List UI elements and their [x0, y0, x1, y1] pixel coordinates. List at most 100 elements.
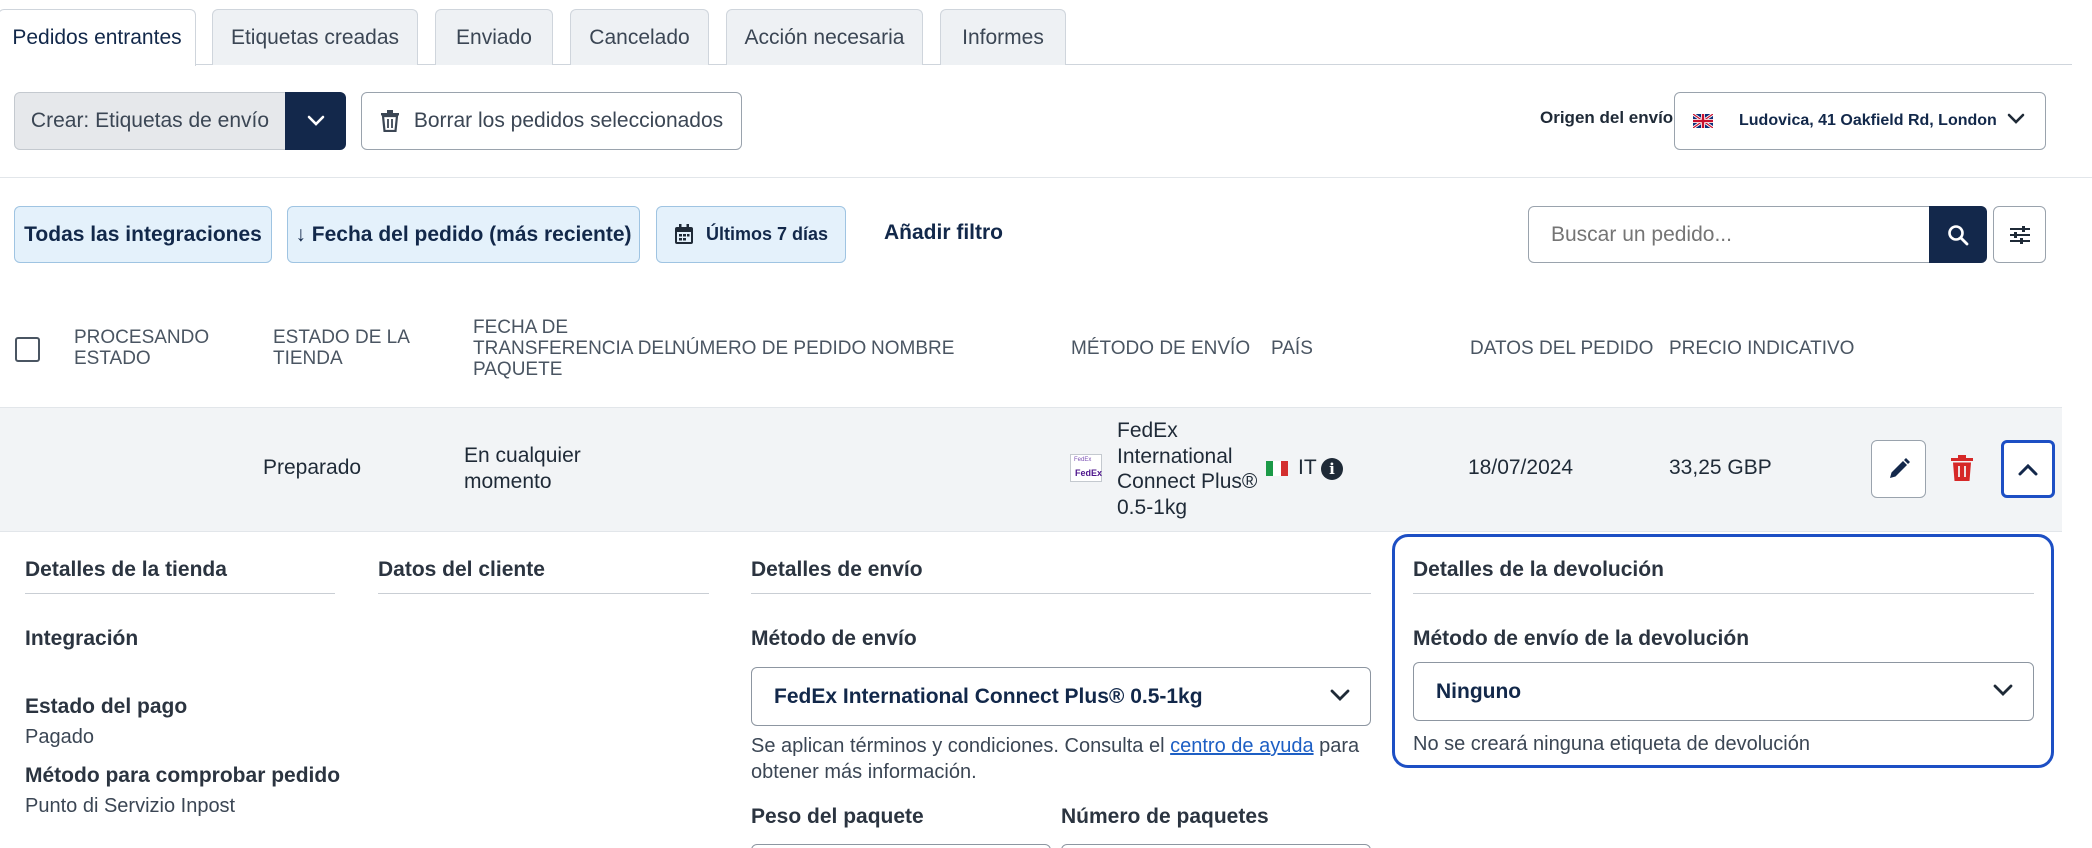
italy-flag-icon — [1266, 461, 1288, 476]
shipping-origin-label: Origen del envío — [1540, 108, 1674, 127]
header-text: TIENDA — [273, 348, 343, 369]
tab-label: Enviado — [456, 25, 532, 49]
tab-cancelled[interactable]: Cancelado — [570, 9, 709, 65]
tab-label: Etiquetas creadas — [230, 25, 400, 49]
terms-text: para — [1319, 735, 1360, 757]
package-weight-input[interactable] — [751, 844, 1051, 848]
header-transfer-date[interactable]: FECHA DE TRANSFERENCIA DEL PAQUETE — [473, 317, 675, 380]
header-country[interactable]: PAÍS — [1271, 338, 1313, 359]
terms-text: Se aplican términos y condiciones. Consu… — [751, 735, 1165, 757]
header-text: PAQUETE — [473, 359, 563, 380]
header-order-number[interactable]: NÚMERO DE PEDIDO — [672, 338, 866, 359]
divider — [1413, 593, 2034, 594]
row-transfer-line: En cualquier — [464, 444, 581, 467]
shipping-terms-note: Se aplican términos y condiciones. Consu… — [751, 733, 1359, 785]
integration-label: Integración — [25, 627, 139, 650]
fedex-logo-text: FedEx — [1075, 468, 1103, 478]
row-method-line: FedEx — [1117, 419, 1178, 442]
chevron-down-icon — [2007, 113, 2025, 124]
payment-status-label: Estado del pago — [25, 695, 188, 718]
uk-flag-icon — [1693, 114, 1713, 128]
integrations-filter-button[interactable]: Todas las integraciones — [14, 206, 272, 263]
create-labels-button[interactable]: Crear: Etiquetas de envío — [14, 92, 286, 150]
package-weight-label: Peso del paquete — [751, 805, 924, 828]
return-details-title: Detalles de la devolución — [1413, 558, 1664, 581]
header-store-status[interactable]: ESTADO DE LA TIENDA — [273, 327, 410, 369]
tab-label: Cancelado — [589, 25, 690, 49]
terms-text: obtener más información. — [751, 761, 977, 783]
filter-settings-button[interactable] — [1993, 206, 2046, 263]
header-text: PROCESANDO — [74, 327, 210, 348]
row-country: IT — [1298, 456, 1317, 479]
tab-reports[interactable]: Informes — [940, 9, 1066, 65]
sort-order-date-button[interactable]: ↓ Fecha del pedido (más reciente) — [287, 206, 640, 263]
return-method-value: Ninguno — [1436, 679, 1522, 703]
sliders-icon — [2009, 225, 2030, 244]
pencil-icon — [1889, 458, 1910, 478]
order-verify-method-label: Método para comprobar pedido — [25, 764, 341, 787]
divider — [751, 593, 1371, 594]
shipping-origin-value: Ludovica, 41 Oakfield Rd, London — [1739, 112, 1997, 129]
row-store-status: Preparado — [263, 456, 362, 479]
chevron-down-icon — [1330, 689, 1350, 701]
tab-action-needed[interactable]: Acción necesaria — [726, 9, 923, 65]
tab-label: Acción necesaria — [744, 25, 905, 49]
collapse-row-button[interactable] — [2001, 440, 2055, 498]
date-range-button[interactable]: Últimos 7 días — [656, 206, 846, 263]
edit-order-button[interactable] — [1871, 440, 1926, 498]
shipping-method-select[interactable]: FedEx International Connect Plus® 0.5-1k… — [751, 667, 1371, 726]
header-processing-status[interactable]: PROCESANDO ESTADO — [74, 327, 209, 369]
info-icon[interactable]: i — [1321, 458, 1343, 480]
header-text: ESTADO DE LA — [273, 327, 410, 348]
header-price[interactable]: PRECIO INDICATIVO — [1669, 338, 1854, 359]
header-name[interactable]: NOMBRE — [871, 338, 954, 359]
calendar-icon — [674, 224, 693, 244]
trash-icon — [380, 110, 399, 132]
trash-icon — [1951, 455, 1973, 481]
add-filter-link[interactable]: Añadir filtro — [884, 221, 1003, 245]
integrations-filter-label: Todas las integraciones — [24, 222, 262, 246]
chevron-down-icon — [1993, 684, 2013, 696]
package-count-input[interactable] — [1061, 844, 1371, 848]
header-shipping-method[interactable]: MÉTODO DE ENVÍO — [1071, 338, 1250, 359]
return-method-select[interactable]: Ninguno — [1413, 662, 2034, 721]
delete-selected-label: Borrar los pedidos seleccionados — [413, 109, 724, 132]
store-details-title: Detalles de la tienda — [25, 558, 227, 581]
divider — [378, 593, 709, 594]
tab-label: Pedidos entrantes — [12, 26, 182, 49]
header-order-data[interactable]: DATOS DEL PEDIDO — [1470, 338, 1653, 359]
tab-labels-created[interactable]: Etiquetas creadas — [212, 9, 418, 65]
header-text: TRANSFERENCIA DEL — [473, 338, 675, 359]
shipping-origin-select[interactable]: Ludovica, 41 Oakfield Rd, London — [1674, 92, 2046, 150]
payment-status-value: Pagado — [25, 726, 94, 748]
tab-incoming-orders[interactable]: Pedidos entrantes — [0, 9, 196, 66]
order-verify-method-value: Punto di Servizio Inpost — [25, 795, 236, 817]
tab-shipped[interactable]: Enviado — [435, 9, 553, 65]
divider — [25, 593, 335, 594]
delete-order-button[interactable] — [1950, 455, 1974, 482]
tab-label: Informes — [962, 25, 1044, 49]
select-all-checkbox[interactable] — [15, 337, 40, 362]
return-label-note: No se creará ninguna etiqueta de devoluc… — [1413, 733, 1810, 755]
search-button[interactable] — [1929, 206, 1987, 263]
header-text: FECHA DE — [473, 317, 569, 338]
row-transfer-date: En cualquier momento — [464, 443, 581, 495]
help-center-link[interactable]: centro de ayuda — [1170, 735, 1313, 757]
order-search-input[interactable] — [1529, 207, 1929, 262]
search-icon — [1948, 224, 1969, 245]
return-method-label: Método de envío de la devolución — [1413, 627, 1750, 650]
order-search-input-wrap — [1528, 206, 1930, 263]
delete-selected-orders-button[interactable]: Borrar los pedidos seleccionados — [361, 92, 742, 150]
create-dropdown-button[interactable] — [285, 92, 346, 150]
shipping-method-value: FedEx International Connect Plus® 0.5-1k… — [774, 684, 1203, 708]
package-count-label: Número de paquetes — [1061, 805, 1269, 828]
row-method-line: 0.5-1kg — [1117, 495, 1188, 519]
tab-bar: Pedidos entrantes Etiquetas creadas Envi… — [0, 0, 2092, 66]
date-range-label: Últimos 7 días — [705, 224, 829, 244]
row-shipping-method: FedEx International Connect Plus® 0.5-1kg — [1117, 418, 1257, 520]
sort-label: ↓ Fecha del pedido (más reciente) — [295, 222, 632, 246]
fedex-logo: FedEx FedEx — [1070, 454, 1102, 482]
shipping-method-label: Método de envío — [751, 627, 917, 650]
header-text: ESTADO — [74, 348, 151, 369]
chevron-up-icon — [2018, 463, 2038, 475]
